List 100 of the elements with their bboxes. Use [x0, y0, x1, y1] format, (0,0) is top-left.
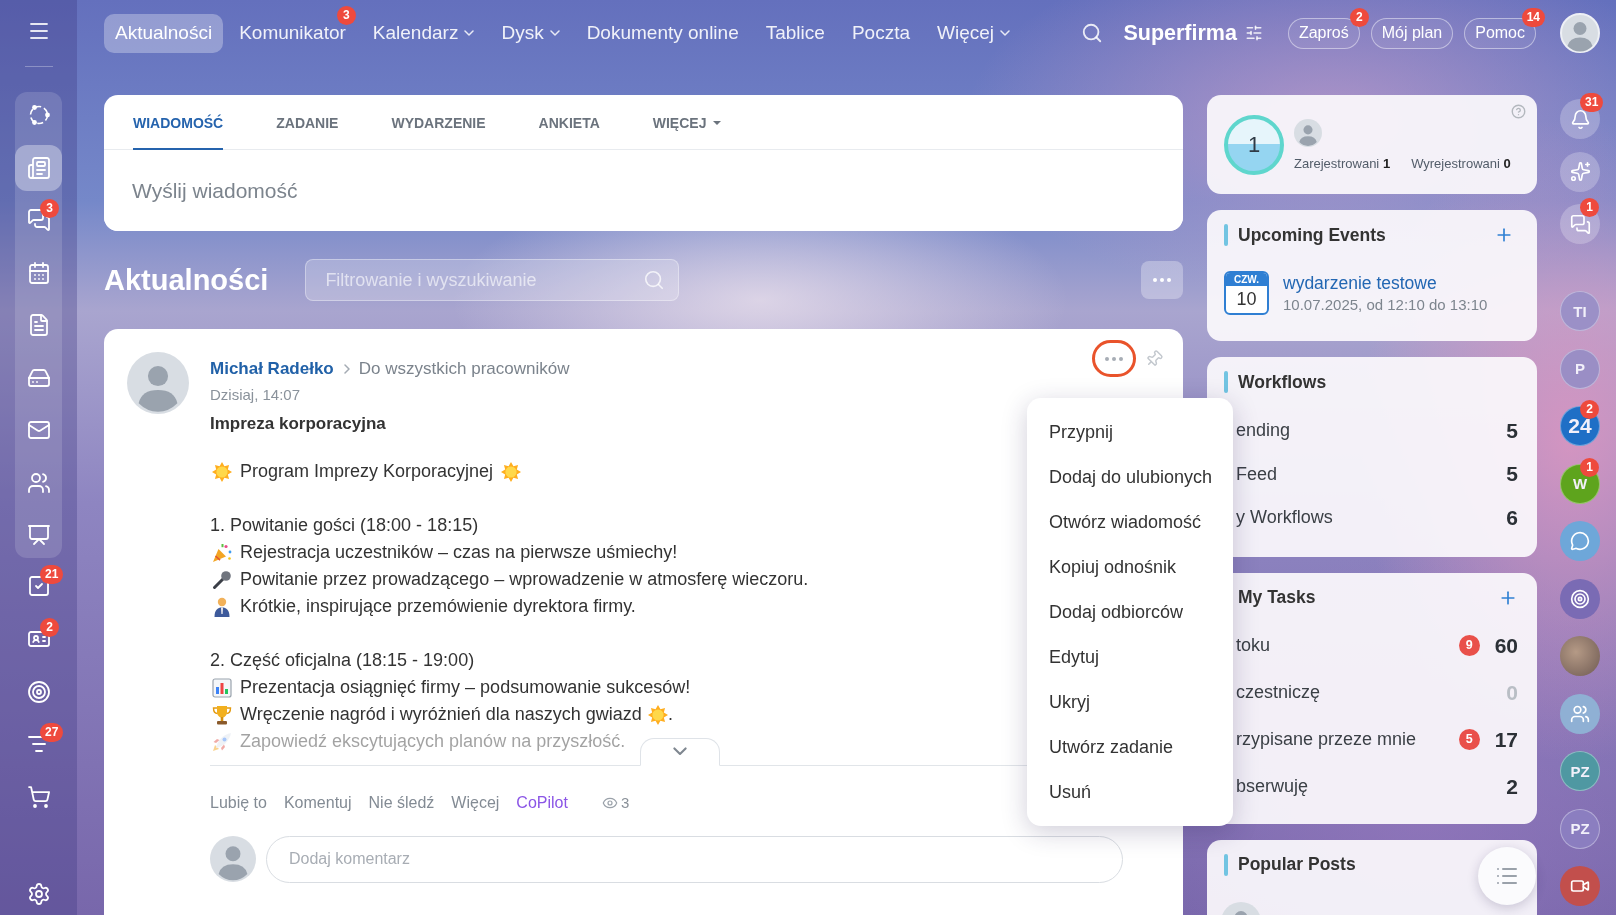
menu-item[interactable]: Dodaj odbiorców	[1027, 590, 1233, 635]
count-badge: 9	[1458, 635, 1480, 656]
row-label[interactable]: rzypisane przeze mnie	[1236, 729, 1417, 750]
section-heading: 1. Powitanie gości (18:00 - 18:15)	[210, 514, 479, 537]
bar-chart-icon	[212, 677, 232, 698]
composer-tab[interactable]: WYDARZENIE	[391, 95, 486, 150]
trophy-icon	[212, 704, 232, 725]
menu-item[interactable]: Utwórz zadanie	[1027, 725, 1233, 770]
title-accent-bar	[1224, 853, 1228, 876]
row-count: 2	[1506, 774, 1518, 799]
more-button[interactable]	[1141, 261, 1183, 299]
stat-text: Zarejestrowani 1	[1294, 155, 1391, 172]
list-item-text: Rejestracja uczestników – czas na pierwsze uśmiechy!	[240, 541, 678, 564]
chat-bubble-icon	[1570, 531, 1590, 551]
initials-avatar[interactable]: P	[1560, 348, 1600, 389]
sidebar-item[interactable]: 3	[15, 197, 62, 243]
avatar-icon	[1294, 119, 1322, 147]
composer-tab[interactable]: ANKIETA	[538, 95, 600, 150]
menu-item[interactable]: Usuń	[1027, 770, 1233, 815]
nav-tab[interactable]: Poczta	[840, 13, 921, 53]
comment-field[interactable]: Dodaj komentarz	[266, 835, 1123, 883]
nav-tab[interactable]: Kalendarz	[361, 13, 486, 53]
menu-item[interactable]: Przypnij	[1027, 410, 1233, 455]
rocket-icon	[212, 731, 232, 752]
section-heading: 2. Część oficjalna (18:15 - 19:00)	[210, 649, 475, 672]
nav-tab[interactable]: Aktualności	[104, 13, 224, 53]
row-label[interactable]: czestniczę	[1236, 682, 1321, 703]
sliders-icon[interactable]	[1244, 24, 1263, 42]
post-text: Program Imprezy Korporacyjnej	[240, 460, 494, 483]
round-icon-button[interactable]	[1560, 521, 1600, 561]
round-icon-button[interactable]	[1560, 578, 1600, 619]
count-badge: 21	[40, 565, 64, 584]
event-link[interactable]: wydarzenie testowe	[1283, 271, 1488, 295]
title-accent-bar	[1224, 224, 1228, 246]
menu-item[interactable]: Otwórz wiadomość	[1027, 500, 1233, 545]
menu-item[interactable]: Edytuj	[1027, 635, 1233, 680]
count-badge: 5	[1458, 729, 1480, 750]
settings-icon[interactable]	[26, 882, 51, 906]
author-link[interactable]: Michał Radełko	[210, 359, 334, 379]
list-item-text: Wręczenie nagród i wyróżnień dla naszych gwiazd	[240, 703, 642, 726]
row-count: 0	[1506, 680, 1518, 705]
round-icon-button[interactable]	[1560, 693, 1600, 734]
count-badge: 3	[40, 199, 59, 218]
avatar-icon	[127, 352, 189, 414]
count-badge: 31	[1580, 93, 1604, 112]
round-icon-button[interactable]	[1560, 866, 1600, 906]
row-count: 5	[1506, 462, 1518, 487]
row-label[interactable]: bserwuję	[1236, 776, 1309, 797]
row-count: 6	[1506, 505, 1518, 530]
chevron-down-icon	[464, 30, 475, 36]
row-label[interactable]: Feed	[1236, 463, 1278, 485]
search-icon[interactable]	[1081, 22, 1104, 44]
avatar-icon[interactable]	[1560, 13, 1600, 53]
nav-tab[interactable]: Tablice	[754, 13, 836, 53]
row-label[interactable]: ending	[1236, 420, 1291, 442]
action-link[interactable]: Komentuj	[283, 792, 352, 813]
tool-button[interactable]	[1560, 151, 1600, 192]
sidebar-item[interactable]	[15, 144, 62, 191]
mail-icon	[26, 418, 51, 442]
views-count: 3	[620, 794, 630, 811]
bell-icon	[1569, 108, 1591, 130]
ellipsis-icon	[1105, 356, 1123, 361]
action-link[interactable]: Nie śledź	[368, 792, 435, 813]
row-count: 5	[1506, 418, 1518, 443]
sidebar-item[interactable]: 2	[15, 615, 62, 662]
row-label[interactable]: y Workflows	[1236, 507, 1333, 529]
action-link[interactable]: CoPilot	[516, 792, 568, 813]
chat-icon	[1569, 213, 1591, 235]
row-label[interactable]: toku	[1236, 635, 1271, 656]
help-icon[interactable]	[1511, 104, 1526, 119]
sidebar-item[interactable]: 21	[15, 563, 62, 609]
page-title: Aktualności	[104, 263, 269, 297]
initials-avatar[interactable]: PZ	[1560, 751, 1600, 791]
more-button[interactable]	[1092, 340, 1136, 377]
composer-tab[interactable]: ZADANIE	[276, 95, 339, 150]
nav-tab[interactable]: Dokumenty online	[575, 13, 750, 53]
menu-item[interactable]: Kopiuj odnośnik	[1027, 545, 1233, 590]
sun-icon	[212, 461, 232, 482]
nav-tab[interactable]: Dysk	[490, 13, 571, 53]
nav-tab[interactable]: Więcej	[926, 13, 1021, 53]
chevron-right-icon	[343, 364, 350, 374]
sidebar-item[interactable]: 27	[15, 721, 62, 768]
action-link[interactable]: Więcej	[451, 792, 500, 813]
sun-icon	[501, 461, 522, 482]
count-badge: 2	[1580, 400, 1599, 419]
company-name[interactable]: Superfirma	[1123, 20, 1237, 46]
composer-tab[interactable]: WIĘCEJ	[652, 95, 722, 150]
sparkles-icon	[1569, 161, 1591, 182]
header-button[interactable]: Mój plan	[1370, 17, 1454, 49]
chevron-down-icon	[1000, 30, 1010, 36]
people-icon	[26, 470, 51, 495]
menu-item[interactable]: Dodaj do ulubionych	[1027, 455, 1233, 500]
menu-item[interactable]: Ukryj	[1027, 680, 1233, 725]
action-link[interactable]: Lubię to	[210, 792, 267, 813]
initials-avatar[interactable]: PZ	[1560, 808, 1600, 849]
calendar-icon	[26, 260, 51, 285]
card-title: Workflows	[1238, 371, 1327, 393]
initials-avatar[interactable]: TI	[1560, 291, 1600, 331]
ellipsis-icon	[1153, 278, 1171, 282]
chevron-down-icon	[549, 30, 560, 36]
